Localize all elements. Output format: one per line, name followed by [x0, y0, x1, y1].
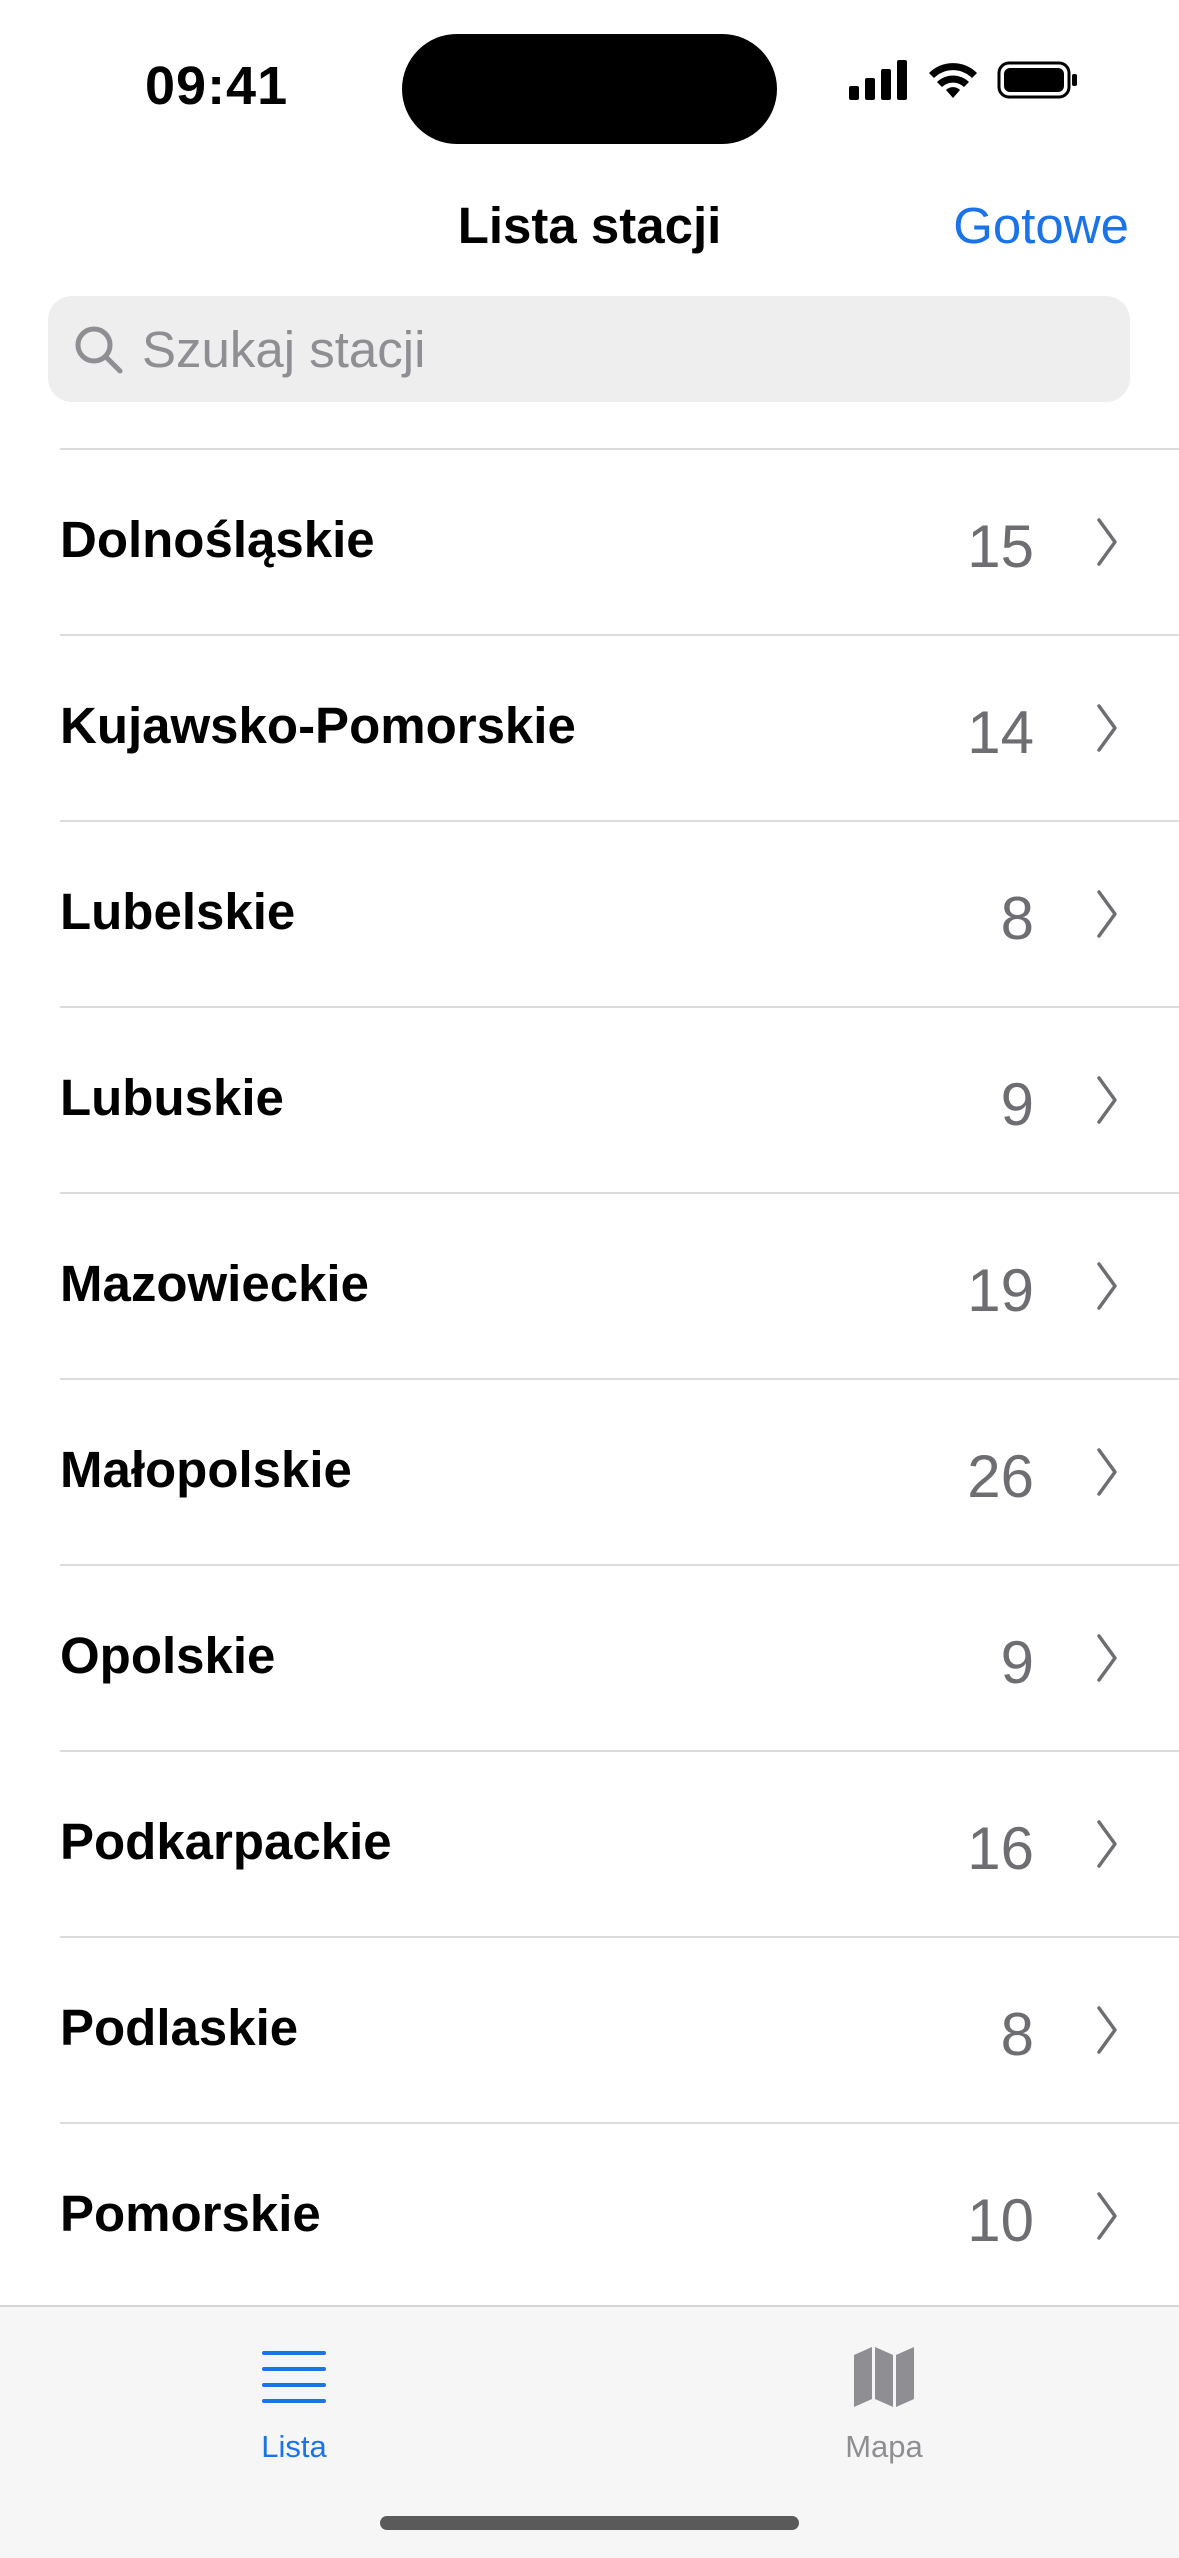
battery-icon [997, 61, 1077, 99]
tab-map[interactable]: Mapa [784, 2337, 984, 2465]
list-item[interactable]: Opolskie 9 [60, 1564, 1179, 1750]
region-name: Pomorskie [60, 2185, 321, 2242]
status-icons [849, 60, 1079, 100]
map-icon [784, 2337, 984, 2417]
list-item[interactable]: Pomorskie 10 [60, 2122, 1179, 2308]
dynamic-island [402, 34, 777, 144]
station-count: 9 [1000, 1629, 1034, 1696]
chevron-right-icon [1097, 2006, 1117, 2054]
chevron-right-icon [1097, 518, 1117, 566]
list-item[interactable]: Lubelskie 8 [60, 820, 1179, 1006]
station-count: 14 [967, 699, 1034, 766]
list-item[interactable]: Małopolskie 26 [60, 1378, 1179, 1564]
chevron-right-icon [1097, 890, 1117, 938]
region-name: Małopolskie [60, 1441, 352, 1498]
region-name: Podkarpackie [60, 1813, 392, 1870]
list-item[interactable]: Dolnośląskie 15 [60, 448, 1179, 634]
station-count: 26 [967, 1443, 1034, 1510]
region-name: Kujawsko-Pomorskie [60, 697, 576, 754]
tab-label: Mapa [845, 2429, 923, 2464]
station-count: 8 [1000, 885, 1034, 952]
status-time: 09:41 [145, 56, 289, 116]
region-name: Opolskie [60, 1627, 276, 1684]
list-item[interactable]: Mazowieckie 19 [60, 1192, 1179, 1378]
station-count: 15 [967, 513, 1034, 580]
region-list: Dolnośląskie 15 Kujawsko-Pomorskie 14 Lu… [0, 448, 1179, 2308]
home-indicator[interactable] [380, 2516, 799, 2530]
region-name: Lubelskie [60, 883, 296, 940]
chevron-right-icon [1097, 1634, 1117, 1682]
cellular-signal-icon [849, 60, 907, 100]
station-count: 9 [1000, 1071, 1034, 1138]
wifi-icon [929, 63, 977, 98]
region-name: Lubuskie [60, 1069, 284, 1126]
list-item[interactable]: Podkarpackie 16 [60, 1750, 1179, 1936]
list-item[interactable]: Lubuskie 9 [60, 1006, 1179, 1192]
list-item[interactable]: Kujawsko-Pomorskie 14 [60, 634, 1179, 820]
tab-list[interactable]: Lista [194, 2337, 394, 2465]
chevron-right-icon [1097, 1448, 1117, 1496]
status-bar: 09:41 [0, 0, 1179, 170]
region-name: Podlaskie [60, 1999, 299, 2056]
chevron-right-icon [1097, 2192, 1117, 2240]
chevron-right-icon [1097, 704, 1117, 752]
station-count: 8 [1000, 2001, 1034, 2068]
region-name: Mazowieckie [60, 1255, 369, 1312]
list-item[interactable]: Podlaskie 8 [60, 1936, 1179, 2122]
done-button[interactable]: Gotowe [953, 196, 1129, 255]
station-count: 19 [967, 1257, 1034, 1324]
chevron-right-icon [1097, 1076, 1117, 1124]
list-icon [194, 2337, 394, 2417]
search-icon [70, 321, 126, 377]
chevron-right-icon [1097, 1262, 1117, 1310]
chevron-right-icon [1097, 1820, 1117, 1868]
station-count: 10 [967, 2187, 1034, 2254]
tab-label: Lista [261, 2429, 327, 2464]
station-count: 16 [967, 1815, 1034, 1882]
search-input[interactable] [140, 318, 1104, 380]
region-name: Dolnośląskie [60, 511, 375, 568]
tab-bar: Lista Mapa [0, 2305, 1179, 2558]
search-bar[interactable] [48, 296, 1130, 402]
